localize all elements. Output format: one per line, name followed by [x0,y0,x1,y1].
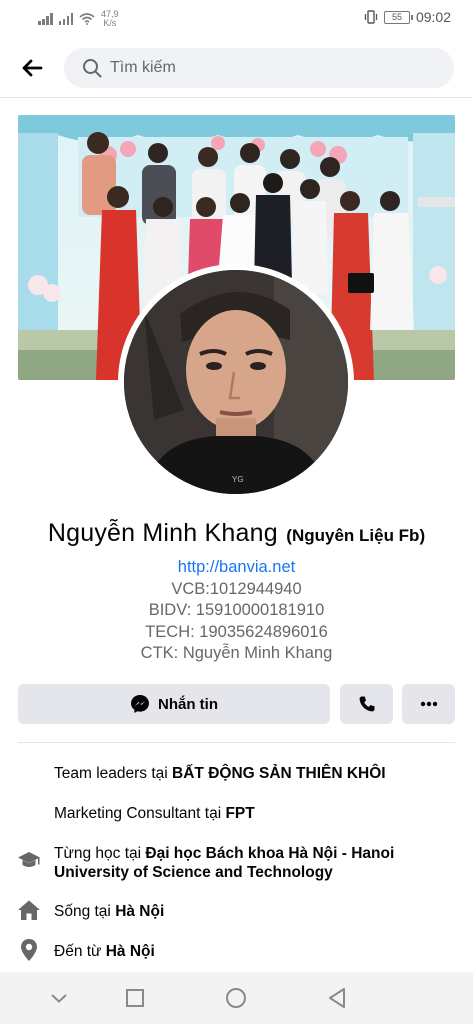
profile-picture-ring: YG [118,264,354,500]
intro-from-prefix: Đến từ [54,943,106,960]
vibrate-icon [364,10,378,24]
intro-work-2-prefix: Marketing Consultant tại [54,805,226,822]
more-dots-icon [420,701,437,707]
more-button[interactable] [402,684,455,724]
search-input[interactable]: Tìm kiếm [64,48,454,88]
intro-from: Đến từ Hà Nội [54,942,449,961]
location-pin-icon [16,938,42,962]
intro-work-1-place[interactable]: BẤT ĐỘNG SẢN THIÊN KHÔI [172,765,386,782]
search-icon [83,59,102,78]
intro-education-prefix: Từng học tại [54,845,146,862]
bio-line-ctk: CTK: Nguyễn Minh Khang [140,644,333,662]
top-header: Tìm kiếm [0,38,473,98]
nav-recents-button[interactable] [122,986,148,1010]
profile-picture-image: YG [124,270,348,494]
arrow-left-icon [22,59,43,77]
back-triangle-icon [329,988,345,1008]
intro-work-1: Team leaders tại BẤT ĐỘNG SẢN THIÊN KHÔI [54,764,449,783]
battery-icon: 55 [383,10,413,24]
section-divider [18,742,455,743]
net-speed-unit: K/s [103,18,117,28]
profile-name-line: Nguyễn Minh Khang (Nguyên Liệu Fb) [0,519,473,548]
wifi-icon [79,13,95,25]
intro-lives-place[interactable]: Hà Nội [115,903,164,920]
nav-back-button[interactable] [324,986,350,1010]
bio-website-link[interactable]: http://banvia.net [0,557,473,579]
clock: 09:02 [415,9,451,25]
bio-line-tech: TECH: 19035624896016 [145,622,328,641]
intro-from-place[interactable]: Hà Nội [106,943,155,960]
recents-square-icon [126,989,144,1007]
profile-picture[interactable]: YG [124,270,348,494]
message-button[interactable]: Nhắn tin [18,684,330,724]
system-nav-bar [0,972,473,1024]
call-button[interactable] [340,684,393,724]
intro-lives-prefix: Sống tại [54,903,116,920]
profile-bio: http://banvia.net VCB:1012944940 BIDV: 1… [0,557,473,665]
bio-line-bidv: BIDV: 15910000181910 [148,601,325,619]
nav-hide-button[interactable] [46,986,72,1010]
intro-work-2: Marketing Consultant tại FPT [54,804,449,823]
bio-line-vcb: VCB:1012944940 [171,579,302,598]
home-circle-icon [226,988,246,1008]
profile-name: Nguyễn Minh Khang [47,519,278,547]
nav-home-button[interactable] [223,986,249,1010]
phone-icon [359,696,374,712]
profile-alternate-name: (Nguyên Liệu Fb) [286,526,426,545]
intro-work-1-prefix: Team leaders tại [54,765,173,782]
status-right: 55 09:02 [364,9,451,25]
intro-education: Từng học tại Đại học Bách khoa Hà Nội - … [54,844,449,882]
back-button[interactable] [16,53,48,83]
profile-actions: Nhắn tin [18,684,455,724]
net-speed: 47,9 K/s [101,10,119,28]
intro-work-2-place[interactable]: FPT [225,805,254,822]
svg-text:YG: YG [232,475,244,484]
messenger-icon [131,695,149,713]
home-icon [16,898,42,922]
chevron-down-icon [51,994,67,1003]
signal-icon-2 [58,13,73,25]
signal-icon [38,13,53,25]
intro-lives-in: Sống tại Hà Nội [54,902,449,921]
status-left: 47,9 K/s [38,10,119,28]
search-placeholder: Tìm kiếm [110,59,176,76]
status-bar: 47,9 K/s 55 09:02 [0,0,473,38]
message-button-label: Nhắn tin [158,695,218,713]
graduation-cap-icon [16,848,42,872]
